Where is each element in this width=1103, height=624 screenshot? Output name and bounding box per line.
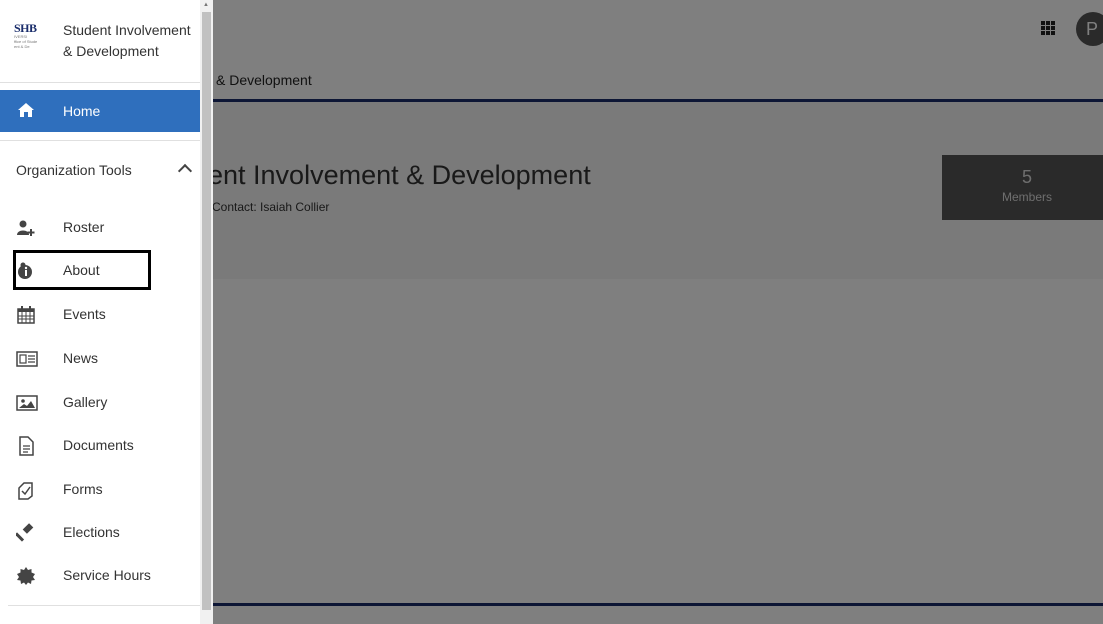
- nav-item-gallery[interactable]: Gallery: [0, 381, 200, 425]
- home-icon: [17, 102, 35, 123]
- nav-item-documents[interactable]: Documents: [0, 424, 200, 468]
- drawer-title-line1: Student Involvement: [63, 22, 191, 38]
- scroll-up-icon[interactable]: ▲: [203, 2, 209, 8]
- nav-item-service-hours[interactable]: Service Hours: [0, 554, 200, 598]
- nav-item-roster[interactable]: Roster: [0, 206, 200, 250]
- org-tools-label: Organization Tools: [16, 162, 132, 178]
- nav-item-home[interactable]: Home: [0, 90, 200, 132]
- nav-label-documents: Documents: [63, 437, 134, 453]
- nav-item-elections[interactable]: Elections: [0, 511, 200, 555]
- calendar-icon: [16, 305, 36, 325]
- document-icon: [16, 436, 36, 456]
- drawer-footer-divider: [8, 605, 200, 606]
- nav-item-forms[interactable]: Forms: [0, 468, 200, 512]
- scroll-thumb[interactable]: [202, 12, 211, 610]
- org-tools-toggle[interactable]: Organization Tools: [0, 150, 200, 192]
- nav-item-events[interactable]: Events: [0, 293, 200, 337]
- chevron-up-icon: [177, 163, 193, 179]
- about-highlight-box: [13, 250, 151, 290]
- image-icon: [16, 393, 38, 413]
- badge-icon: [16, 566, 36, 586]
- drawer-header: SHB IVERSI ffice of Stude ent & De Stude…: [0, 0, 200, 83]
- nav-label-service-hours: Service Hours: [63, 567, 151, 583]
- section-divider: [0, 140, 200, 141]
- add-user-icon: [16, 218, 36, 238]
- nav-label-home: Home: [63, 103, 101, 119]
- drawer-org-title[interactable]: Student Involvement & Development: [63, 20, 200, 62]
- drawer-scrollbar[interactable]: ▲: [200, 0, 213, 624]
- nav-label-roster: Roster: [63, 219, 105, 235]
- org-logo[interactable]: SHB IVERSI ffice of Stude ent & De: [14, 22, 52, 52]
- nav-label-forms: Forms: [63, 481, 103, 497]
- navigation-drawer: SHB IVERSI ffice of Stude ent & De Stude…: [0, 0, 200, 624]
- nav-item-news[interactable]: News: [0, 337, 200, 381]
- nav-label-elections: Elections: [63, 524, 120, 540]
- nav-label-news: News: [63, 350, 99, 366]
- nav-label-events: Events: [63, 306, 106, 322]
- newspaper-icon: [16, 349, 38, 369]
- gavel-icon: [14, 523, 36, 543]
- forms-icon: [16, 480, 36, 500]
- nav-label-gallery: Gallery: [63, 394, 108, 410]
- drawer-title-line2: & Development: [63, 43, 159, 59]
